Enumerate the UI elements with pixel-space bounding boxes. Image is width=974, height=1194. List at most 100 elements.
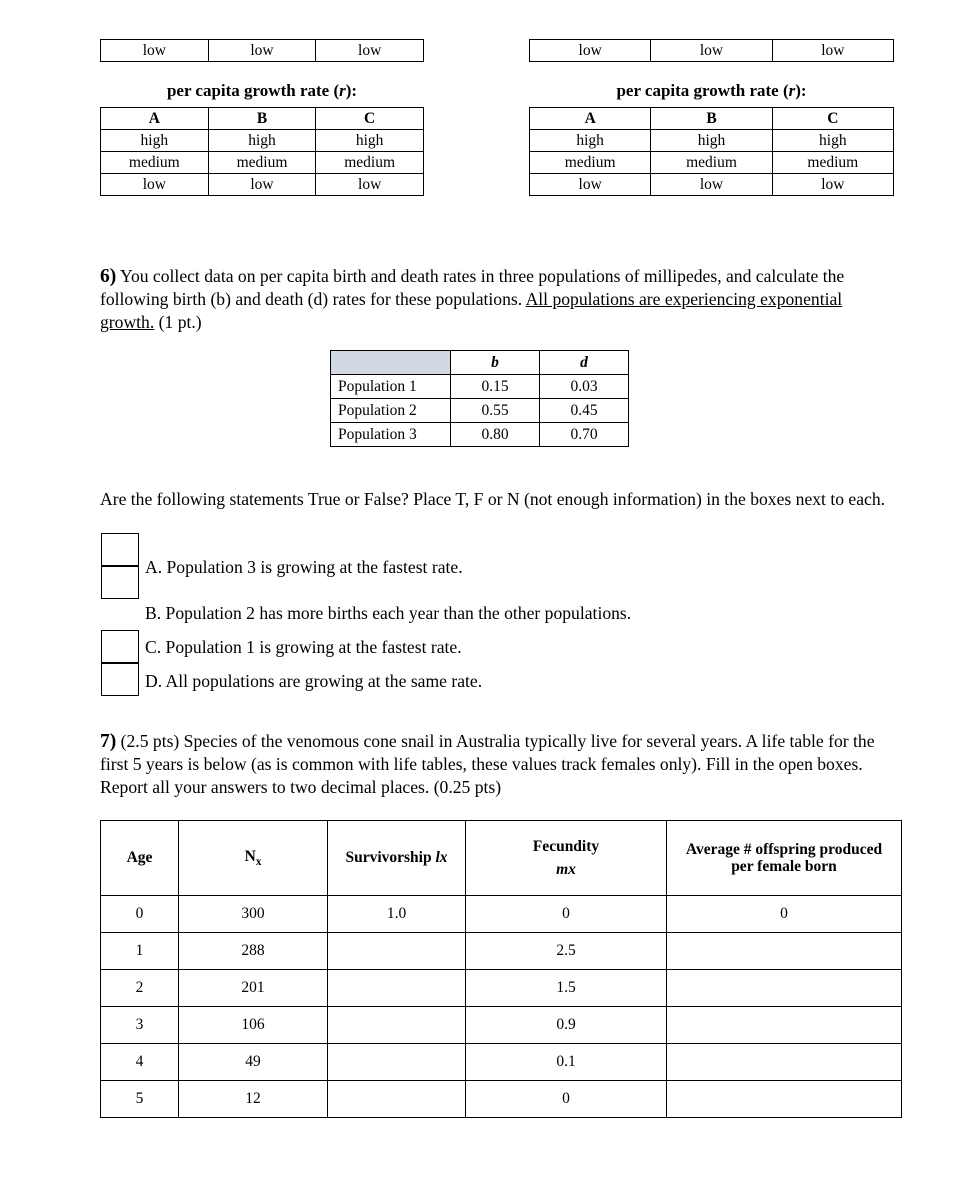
fragment-cell-c: low <box>315 39 424 62</box>
statement-a: A. Population 3 is growing at the fastes… <box>145 557 463 577</box>
rate-title-suffix: ): <box>345 81 358 100</box>
answer-box-b[interactable] <box>101 566 139 599</box>
question-6-text: 6) You collect data on per capita birth … <box>100 265 890 333</box>
rate-cell: high <box>771 129 895 152</box>
life-header-nx: Nx <box>178 820 328 896</box>
life-cell-lx[interactable] <box>327 1043 466 1081</box>
question-7-text: 7) (2.5 pts) Species of the venomous con… <box>100 730 890 798</box>
table-header-row: A B C <box>100 107 424 130</box>
life-cell-avg[interactable]: 0 <box>666 895 902 933</box>
life-cell-mx: 0.9 <box>465 1006 667 1044</box>
life-header-nx-base: N <box>244 847 256 865</box>
life-cell-avg[interactable] <box>666 1006 902 1044</box>
life-header-survivorship-label: Survivorship <box>345 849 436 867</box>
table-row: medium medium medium <box>100 151 424 174</box>
rate-cell: medium <box>650 151 773 174</box>
bd-cell-d: 0.03 <box>539 374 629 399</box>
life-cell-avg[interactable] <box>666 969 902 1007</box>
life-cell-mx: 0 <box>465 1080 667 1118</box>
bd-cell-b: 0.80 <box>450 422 540 447</box>
birth-death-rate-table: b d Population 1 0.15 0.03 Population 2 … <box>330 350 629 447</box>
table-row: Population 1 0.15 0.03 <box>330 374 629 399</box>
table-row: medium medium medium <box>528 151 895 174</box>
rate-cell: low <box>315 173 424 196</box>
rate-table-title-left: per capita growth rate (r): <box>100 81 424 101</box>
rate-title-suffix: ): <box>795 81 807 100</box>
life-cell-age: 5 <box>100 1080 179 1118</box>
rate-cell: medium <box>528 151 652 174</box>
question-6-body-2: (1 pt.) <box>154 311 202 332</box>
life-cell-lx[interactable] <box>327 1006 466 1044</box>
life-cell-lx[interactable] <box>327 932 466 970</box>
fragment-table-right: low low low <box>528 39 895 62</box>
life-cell-age: 4 <box>100 1043 179 1081</box>
answer-box-c[interactable] <box>101 630 139 663</box>
life-cell-nx: 300 <box>178 895 328 933</box>
exam-page: low low low low low low per capita growt… <box>0 0 974 1194</box>
table-row: 3 106 0.9 <box>100 1006 902 1044</box>
table-row: low low low <box>528 173 895 196</box>
rate-cell: low <box>771 173 895 196</box>
rate-header-b: B <box>207 107 317 130</box>
life-cell-mx: 0 <box>465 895 667 933</box>
fragment-table-left: low low low <box>100 39 424 62</box>
table-row: 5 12 0 <box>100 1080 902 1118</box>
table-row: 2 201 1.5 <box>100 969 902 1007</box>
table-row: low low low <box>100 39 424 62</box>
table-row: 0 300 1.0 0 0 <box>100 895 902 933</box>
rate-cell: high <box>315 129 424 152</box>
rate-cell: high <box>650 129 773 152</box>
life-header-average-line1: Average # offspring produced <box>685 840 883 858</box>
true-false-instructions: Are the following statements True or Fal… <box>100 489 886 509</box>
life-header-survivorship-symbol: lx <box>435 849 448 867</box>
answer-box-a[interactable] <box>101 533 139 566</box>
fragment-cell-a: low <box>100 39 209 62</box>
life-cell-avg[interactable] <box>666 1043 902 1081</box>
rate-table-left: A B C high high high medium medium mediu… <box>100 107 424 196</box>
rate-cell: high <box>207 129 317 152</box>
life-table: Age Nx Survivorship lx Fecundity mx Avera… <box>100 820 902 1118</box>
statement-d: D. All populations are growing at the sa… <box>145 671 483 691</box>
rate-header-b: B <box>650 107 773 130</box>
question-6-number: 6) <box>100 266 117 287</box>
answer-box-d[interactable] <box>101 663 139 696</box>
life-header-average-line2: per female born <box>731 858 837 875</box>
table-row: high high high <box>528 129 895 152</box>
rate-title-prefix: per capita growth rate ( <box>616 81 789 100</box>
table-row: 4 49 0.1 <box>100 1043 902 1081</box>
rate-cell: low <box>207 173 317 196</box>
life-cell-mx: 1.5 <box>465 969 667 1007</box>
life-header-nx-sub: x <box>255 855 262 868</box>
question-7-number: 7) <box>100 731 117 752</box>
life-cell-avg[interactable] <box>666 1080 902 1118</box>
life-cell-age: 0 <box>100 895 179 933</box>
rate-cell: low <box>100 173 209 196</box>
rate-cell: medium <box>315 151 424 174</box>
table-row: 1 288 2.5 <box>100 932 902 970</box>
rate-title-symbol: r <box>339 81 346 100</box>
statement-c: C. Population 1 is growing at the fastes… <box>145 637 462 657</box>
bd-cell-d: 0.70 <box>539 422 629 447</box>
bd-header-d: d <box>539 350 629 375</box>
bd-cell-b: 0.55 <box>450 398 540 423</box>
life-cell-avg[interactable] <box>666 932 902 970</box>
life-cell-nx: 49 <box>178 1043 328 1081</box>
rate-header-c: C <box>771 107 895 130</box>
life-header-age: Age <box>100 820 179 896</box>
rate-table-right: A B C high high high medium medium mediu… <box>528 107 895 196</box>
life-cell-nx: 12 <box>178 1080 328 1118</box>
life-cell-lx[interactable]: 1.0 <box>327 895 466 933</box>
rate-cell: medium <box>771 151 895 174</box>
table-header-row: A B C <box>528 107 895 130</box>
table-row: low low low <box>528 39 895 62</box>
statement-b: B. Population 2 has more births each yea… <box>145 603 632 623</box>
table-row: low low low <box>100 173 424 196</box>
question-7-body: (2.5 pts) Species of the venomous cone s… <box>100 731 875 797</box>
life-cell-lx[interactable] <box>327 969 466 1007</box>
fragment-cell-c: low <box>771 39 895 62</box>
rate-cell: medium <box>100 151 209 174</box>
life-header-fecundity: Fecundity mx <box>465 820 667 896</box>
bd-header-b: b <box>450 350 540 375</box>
rate-header-a: A <box>100 107 209 130</box>
life-cell-lx[interactable] <box>327 1080 466 1118</box>
